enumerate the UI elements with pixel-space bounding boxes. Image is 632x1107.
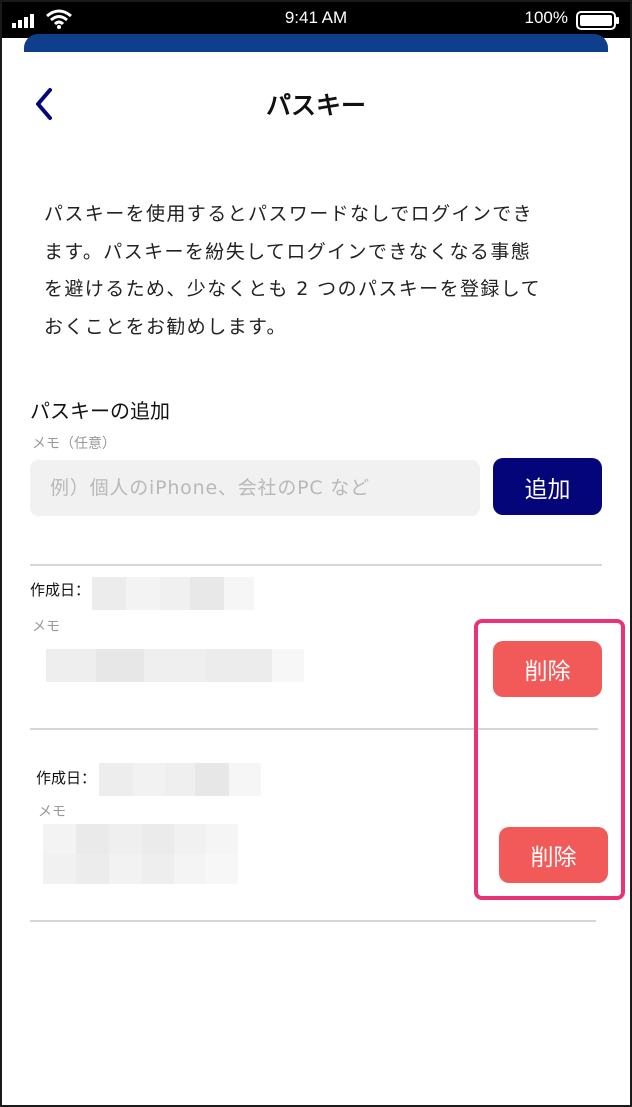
created-date-value-redacted [99,763,261,796]
add-passkey-button[interactable]: 追加 [493,458,602,515]
divider [30,920,596,922]
divider [30,564,602,566]
description-line: パスキーを使用するとパスワードなしでログインでき [44,203,534,225]
created-date-value-redacted [92,577,254,610]
delete-buttons-highlight [474,619,625,900]
memo-input[interactable] [30,460,480,516]
phone-frame: 9:41 AM 100% パスキー パスキーを使用するとパスワードなしでログイン… [0,0,632,1107]
created-date-label: 作成日： [36,769,97,787]
passkey-description: パスキーを使用するとパスワードなしでログインでき ます。パスキーを紛失してログイ… [44,196,594,346]
passkey-sheet: パスキー パスキーを使用するとパスワードなしでログインでき ます。パスキーを紛失… [2,52,630,1105]
add-passkey-heading: パスキーの追加 [30,399,170,423]
description-line: ます。パスキーを紛失してログインできなくなる事態 [44,240,532,263]
battery-percent: 100% [524,8,568,27]
memo-label: メモ [38,804,66,820]
page-title: パスキー [265,91,366,120]
battery-icon [576,11,619,30]
description-line: を避けるため、少なくとも 2 つのパスキーを登録して [44,278,541,300]
memo-value-redacted [46,649,304,682]
memo-optional-label: メモ（任意） [32,436,116,452]
memo-label: メモ [32,619,60,635]
memo-value-redacted [43,824,238,884]
created-date-label: 作成日： [30,581,91,599]
description-line: おくことをお勧めします。 [44,315,287,338]
status-bar: 9:41 AM 100% [2,2,630,38]
